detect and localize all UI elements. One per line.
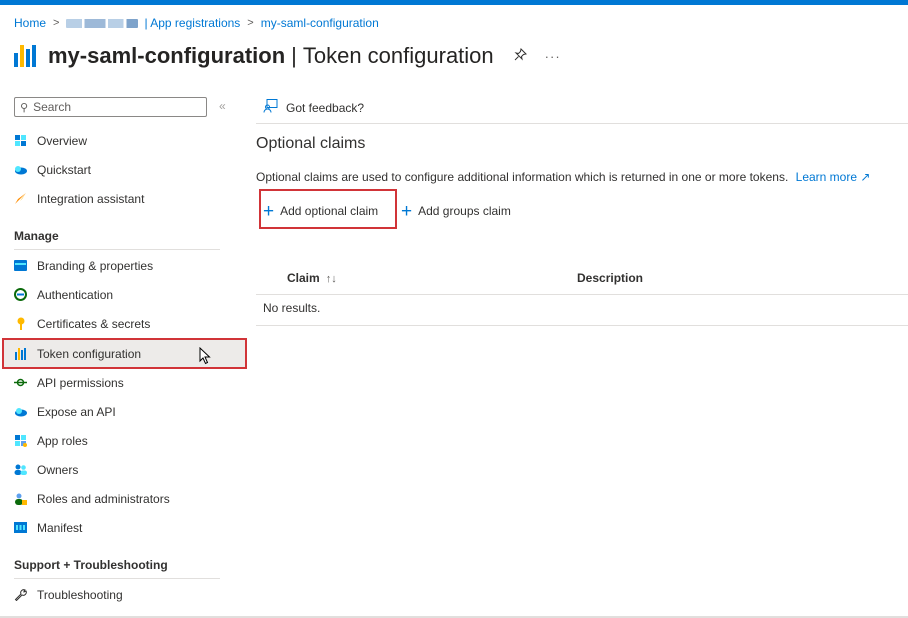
branding-icon [14,259,27,272]
top-accent-bar [0,0,908,5]
sidebar-item-roles-admins[interactable]: Roles and administrators [14,484,224,513]
rocket-icon [14,192,27,205]
sidebar-item-integration-assistant[interactable]: Integration assistant [14,184,224,213]
search-placeholder: Search [33,100,72,114]
feedback-icon [263,99,278,116]
toolbar-divider [256,123,908,124]
sidebar-item-label: Branding & properties [37,258,154,273]
section-description: Optional claims are used to configure ad… [256,170,870,184]
plus-icon: + [401,200,413,222]
search-icon: ⚲ [20,101,29,114]
learn-more-link[interactable]: Learn more ↗ [796,170,871,184]
sidebar-item-api-permissions[interactable]: API permissions [14,368,224,397]
section-divider [14,578,220,579]
api-permissions-icon [14,376,27,389]
column-header-description[interactable]: Description [577,271,643,285]
pin-icon[interactable] [514,47,527,64]
section-divider [14,249,220,250]
manifest-icon [14,521,27,534]
sidebar-item-label: Overview [37,133,88,148]
sidebar-item-overview[interactable]: Overview [14,126,224,155]
add-groups-claim-button[interactable]: + Add groups claim [401,198,511,224]
mouse-cursor-icon [199,347,211,365]
page-title-app: my-saml-configuration [48,43,286,68]
section-heading: Optional claims [256,135,366,152]
token-configuration-icon [14,45,36,67]
section-header-manage: Manage [14,229,59,243]
sidebar-item-label: Token configuration [37,346,142,361]
sidebar-item-label: Certificates & secrets [37,316,151,331]
sidebar-item-owners[interactable]: Owners [14,455,224,484]
sidebar-item-label: App roles [37,433,88,448]
column-header-claim[interactable]: Claim ↑↓ [287,271,337,285]
plus-icon: + [263,200,275,222]
sidebar-item-token-configuration[interactable]: Token configuration [14,339,224,368]
external-link-icon: ↗ [860,170,871,184]
sidebar-item-expose-api[interactable]: Expose an API [14,397,224,426]
sidebar-item-label: Quickstart [37,162,92,177]
title-separator: | [291,43,297,68]
quickstart-icon [14,163,27,176]
authentication-icon [14,288,27,301]
feedback-button[interactable]: Got feedback? [263,99,364,116]
sidebar-item-branding[interactable]: Branding & properties [14,251,224,280]
section-header-support: Support + Troubleshooting [14,558,168,572]
table-row-divider [256,325,908,326]
sidebar-item-label: Authentication [37,287,114,302]
description-text: Optional claims are used to configure ad… [256,170,789,184]
sidebar-item-label: Integration assistant [37,191,145,206]
sidebar-item-troubleshooting[interactable]: Troubleshooting [14,580,224,609]
button-label: Add optional claim [280,204,379,218]
empty-table-message: No results. [263,301,321,315]
sidebar-item-label: Troubleshooting [37,587,123,602]
roles-icon [14,492,27,505]
feedback-label: Got feedback? [286,100,365,115]
chevron-right-icon: > [247,17,254,29]
chevron-right-icon: > [53,17,60,29]
breadcrumb-home[interactable]: Home [14,16,46,30]
sidebar-item-quickstart[interactable]: Quickstart [14,155,224,184]
add-optional-claim-button[interactable]: + Add optional claim [263,198,378,224]
button-label: Add groups claim [418,204,511,218]
sort-icon[interactable]: ↑↓ [326,273,337,285]
sidebar-item-label: Owners [37,462,79,477]
owners-icon [14,463,27,476]
sidebar-item-label: Roles and administrators [37,491,170,506]
token-icon [14,347,27,360]
more-icon[interactable]: ··· [545,49,561,64]
sidebar-item-label: Manifest [37,520,83,535]
sidebar-item-certificates[interactable]: Certificates & secrets [14,309,224,338]
breadcrumb-app-registrations[interactable]: | App registrations [144,16,240,30]
sidebar-item-authentication[interactable]: Authentication [14,280,224,309]
app-roles-icon [14,434,27,447]
page-title-section: Token configuration [302,43,494,68]
redacted-tenant-name [66,18,139,28]
breadcrumb-current-app[interactable]: my-saml-configuration [261,16,379,30]
collapse-sidebar-icon[interactable]: « [219,99,226,113]
key-icon [14,317,27,330]
breadcrumb: Home > | App registrations > my-saml-con… [14,15,379,31]
sidebar-item-label: API permissions [37,375,124,390]
page-title-row: my-saml-configuration | Token configurat… [14,41,561,71]
sidebar-item-manifest[interactable]: Manifest [14,513,224,542]
sidebar-item-app-roles[interactable]: App roles [14,426,224,455]
search-input[interactable]: ⚲ Search [14,97,207,117]
wrench-icon [14,588,27,601]
table-header-divider [256,294,908,295]
overview-icon [14,134,27,147]
sidebar-item-label: Expose an API [37,404,116,419]
cloud-icon [14,405,27,418]
